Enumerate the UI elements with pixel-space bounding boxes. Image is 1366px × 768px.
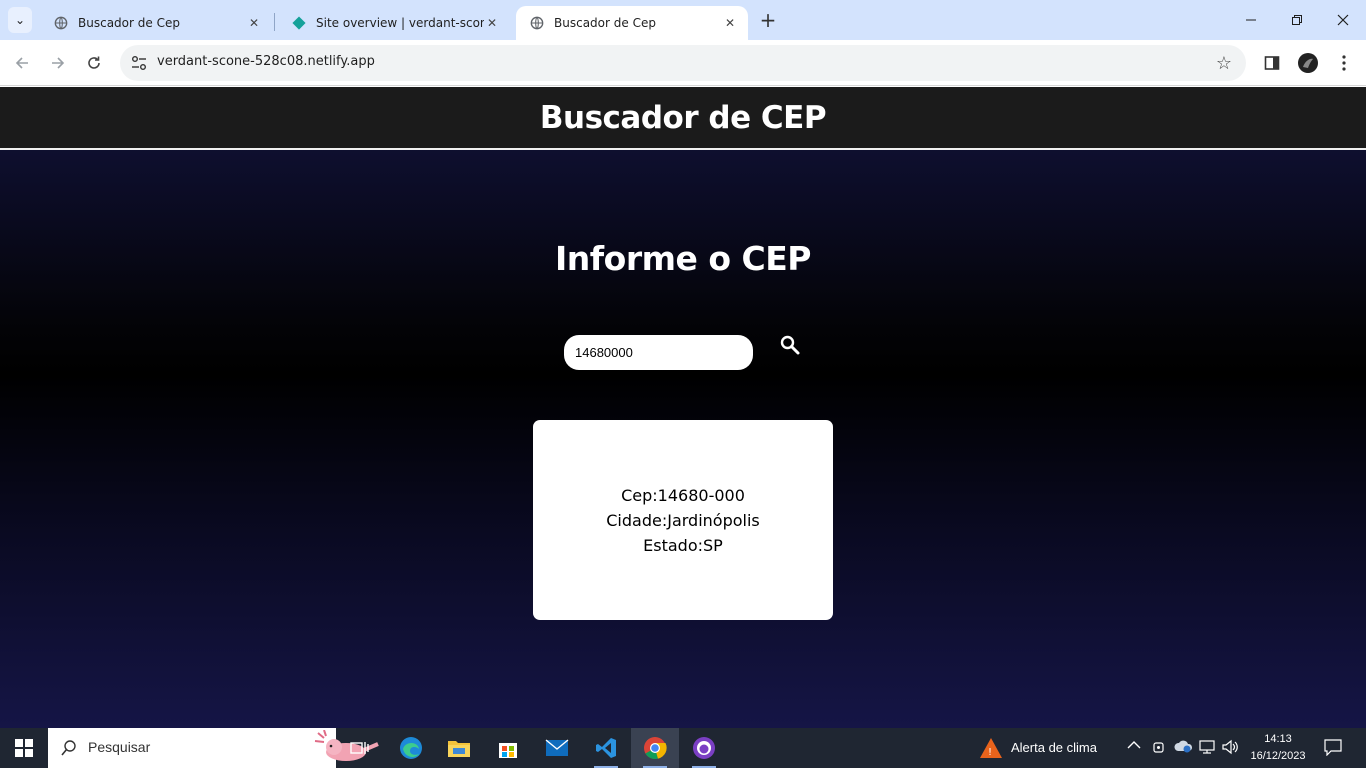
windows-start-icon[interactable]	[0, 728, 48, 768]
result-cep: Cep:14680-000	[621, 485, 745, 505]
restore-icon[interactable]	[1274, 0, 1320, 40]
onedrive-icon[interactable]	[1173, 739, 1193, 757]
url-text: verdant-scone-528c08.netlify.app	[157, 54, 375, 69]
cep-input[interactable]	[564, 335, 753, 370]
address-bar[interactable]: verdant-scone-528c08.netlify.app ☆	[120, 45, 1246, 81]
search-icon	[780, 335, 800, 355]
search-button[interactable]	[777, 332, 803, 358]
profile-avatar[interactable]	[1297, 52, 1319, 74]
forward-arrow-icon[interactable]	[46, 51, 70, 75]
chrome-icon[interactable]	[631, 728, 679, 768]
taskbar-clock[interactable]: 14:13 16/12/2023	[1248, 731, 1308, 765]
side-panel-icon[interactable]	[1261, 52, 1283, 74]
taskbar: Pesquisar ! Alerta de clima 14:13 16/12/…	[0, 728, 1366, 768]
task-view-icon[interactable]	[336, 728, 384, 768]
close-tab-icon[interactable]: ✕	[484, 16, 500, 30]
bookmark-star-icon[interactable]: ☆	[1216, 53, 1232, 74]
edge-icon[interactable]	[387, 728, 435, 768]
network-icon[interactable]	[1199, 739, 1217, 759]
new-tab-plus-icon[interactable]: +	[758, 9, 778, 31]
minimize-icon[interactable]	[1228, 0, 1274, 40]
show-hidden-icons-chevron-icon[interactable]	[1127, 739, 1141, 754]
svg-text:!: !	[988, 747, 992, 758]
back-arrow-icon[interactable]	[10, 51, 34, 75]
site-header: Buscador de CEP	[0, 87, 1366, 150]
tab-title: Buscador de Cep	[554, 16, 656, 30]
notification-center-icon[interactable]	[1324, 738, 1342, 760]
browser-toolbar: verdant-scone-528c08.netlify.app ☆	[0, 40, 1366, 86]
microsoft-store-icon[interactable]	[484, 728, 532, 768]
browser-tab-strip: ⌄ Buscador de Cep ✕ Site overview | verd…	[0, 0, 1366, 40]
tab-separator	[274, 13, 275, 31]
globe-icon	[54, 16, 68, 30]
result-card: Cep:14680-000 Cidade:Jardinópolis Estado…	[533, 420, 833, 620]
taskbar-search-placeholder: Pesquisar	[88, 739, 151, 755]
vscode-icon[interactable]	[582, 728, 630, 768]
globe-icon	[530, 16, 544, 30]
chrome-menu-dots-icon[interactable]	[1333, 52, 1355, 74]
netlify-icon	[292, 16, 306, 30]
clock-time: 14:13	[1264, 733, 1292, 745]
close-window-icon[interactable]	[1320, 0, 1366, 40]
result-cidade: Cidade:Jardinópolis	[606, 510, 760, 530]
site-info-tune-icon[interactable]	[130, 54, 148, 72]
close-tab-icon[interactable]: ✕	[246, 16, 262, 30]
clock-date: 16/12/2023	[1250, 750, 1306, 762]
tab-title: Buscador de Cep	[78, 16, 180, 30]
tab-buscador-active[interactable]: Buscador de Cep ✕	[516, 6, 748, 40]
meet-now-icon[interactable]	[1152, 739, 1166, 759]
search-icon	[61, 740, 76, 756]
file-explorer-icon[interactable]	[435, 728, 483, 768]
tab-search-chevron-icon[interactable]: ⌄	[8, 7, 32, 33]
tab-site-overview[interactable]: Site overview | verdant-scone-5 ✕	[278, 6, 510, 40]
site-title: Buscador de CEP	[539, 99, 827, 136]
tab-buscador-1[interactable]: Buscador de Cep ✕	[40, 6, 272, 40]
tab-title: Site overview | verdant-scone-5	[316, 16, 484, 30]
weather-alert-icon[interactable]: !	[979, 737, 1003, 759]
reload-icon[interactable]	[82, 51, 106, 75]
close-tab-icon[interactable]: ✕	[722, 16, 738, 30]
result-estado: Estado:SP	[643, 535, 723, 555]
taskbar-search-box[interactable]: Pesquisar	[48, 728, 379, 768]
page-content: Buscador de CEP Informe o CEP Cep:14680-…	[0, 87, 1366, 728]
page-heading: Informe o CEP	[555, 239, 811, 278]
weather-alert-text[interactable]: Alerta de clima	[1011, 740, 1097, 755]
mail-icon[interactable]	[533, 728, 581, 768]
volume-icon[interactable]	[1222, 739, 1240, 759]
github-desktop-icon[interactable]	[680, 728, 728, 768]
